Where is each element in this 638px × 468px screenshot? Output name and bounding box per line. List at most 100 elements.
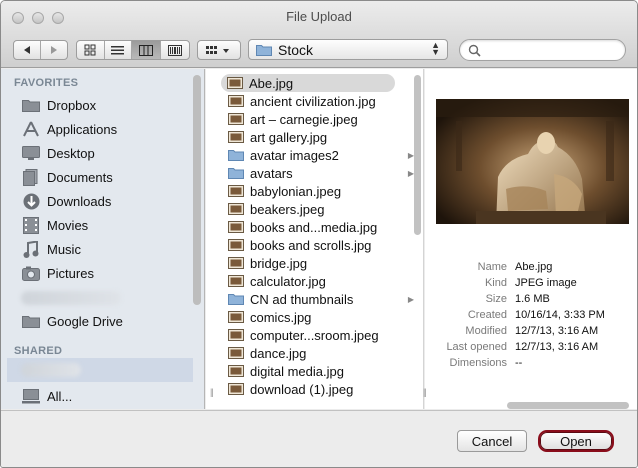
sidebar-scrollbar[interactable] <box>193 75 201 305</box>
file-list-column: || Abe.jpg ancient civilization.jpg art – … <box>206 69 424 409</box>
info-row: Created 10/16/14, 3:33 PM <box>425 307 637 323</box>
file-name: comics.jpg <box>250 309 312 325</box>
column-view-button[interactable] <box>132 41 161 59</box>
sidebar-item-movies[interactable]: Movies <box>21 214 88 236</box>
sidebar-item-music[interactable]: Music <box>21 238 81 260</box>
column-resize-handle[interactable]: || <box>210 387 214 397</box>
file-row[interactable]: art gallery.jpg <box>222 128 400 146</box>
sidebar-item-label: Pictures <box>47 265 94 281</box>
sidebar-item-applications[interactable]: Applications <box>21 118 117 140</box>
file-name: art – carnegie.jpeg <box>250 111 358 127</box>
sidebar-item-label: All... <box>47 388 73 404</box>
file-row[interactable]: calculator.jpg <box>222 272 400 290</box>
file-name: avatar images2 <box>250 147 339 163</box>
sidebar-item-all-shared[interactable]: All... <box>21 385 72 407</box>
open-button[interactable]: Open <box>538 430 614 452</box>
folder-row[interactable]: CN ad thumbnails ▶ <box>222 290 414 308</box>
sidebar-item-pictures[interactable]: Pictures <box>21 262 94 284</box>
updown-arrows-icon: ▲ ▼ <box>431 40 440 57</box>
folder-row[interactable]: avatars ▶ <box>222 164 414 182</box>
info-label: Name <box>477 261 507 273</box>
sidebar-item-label: Dropbox <box>47 97 97 113</box>
sidebar-item-label: Movies <box>47 217 89 233</box>
folder-icon <box>228 294 244 305</box>
file-name: bridge.jpg <box>250 255 308 271</box>
documents-icon <box>21 168 41 186</box>
view-mode-control <box>76 40 190 60</box>
cancel-button[interactable]: Cancel <box>457 430 527 452</box>
file-row[interactable]: dance.jpg <box>222 344 400 362</box>
file-name: CN ad thumbnails <box>250 291 354 307</box>
sidebar-item-documents[interactable]: Documents <box>21 166 113 188</box>
sidebar-selected-row[interactable] <box>7 358 193 382</box>
file-row[interactable]: books and...media.jpg <box>222 218 400 236</box>
image-file-icon <box>228 131 244 143</box>
sidebar-item-label: Downloads <box>47 193 112 209</box>
file-upload-dialog: File Upload Stock ▲ ▼ FAVORITES Dropbox … <box>0 0 638 468</box>
image-file-icon <box>228 365 244 377</box>
sidebar-item-google-drive[interactable]: Google Drive <box>21 310 123 332</box>
info-row: Kind JPEG image <box>425 275 637 291</box>
applications-icon <box>21 120 41 138</box>
info-label: Kind <box>484 277 507 289</box>
info-label: Size <box>485 293 507 305</box>
folder-icon <box>228 168 244 179</box>
movies-icon <box>21 216 41 234</box>
info-value: -- <box>515 357 523 369</box>
sidebar-item-desktop[interactable]: Desktop <box>21 142 95 164</box>
sidebar-item-label: Google Drive <box>47 313 123 329</box>
file-name: books and scrolls.jpg <box>250 237 372 253</box>
image-file-icon <box>228 203 244 215</box>
forward-button[interactable] <box>41 41 67 59</box>
file-row[interactable]: bridge.jpg <box>222 254 400 272</box>
info-label: Dimensions <box>449 357 507 369</box>
image-file-icon <box>228 311 244 323</box>
sidebar-item-dropbox[interactable]: Dropbox <box>21 94 96 116</box>
file-row[interactable]: babylonian.jpeg <box>222 182 400 200</box>
info-value: 12/7/13, 3:16 AM <box>515 341 599 353</box>
sidebar-item-downloads[interactable]: Downloads <box>21 190 111 212</box>
info-row: Modified 12/7/13, 3:16 AM <box>425 323 637 339</box>
icon-view-button[interactable] <box>77 41 105 59</box>
file-name: babylonian.jpeg <box>250 183 342 199</box>
sidebar-item-label: Applications <box>47 121 118 137</box>
chevron-right-icon <box>51 46 57 54</box>
file-row[interactable]: download (1).jpeg <box>222 380 400 398</box>
file-row[interactable]: comics.jpg <box>222 308 400 326</box>
file-list-scrollbar[interactable] <box>414 75 421 235</box>
back-button[interactable] <box>14 41 41 59</box>
info-label: Created <box>467 309 507 321</box>
image-file-icon <box>228 347 244 359</box>
image-file-icon <box>228 383 244 395</box>
list-view-button[interactable] <box>105 41 133 59</box>
image-file-icon <box>228 95 244 107</box>
folder-row[interactable]: avatar images2 ▶ <box>222 146 414 164</box>
column-resize-handle[interactable]: || <box>423 387 427 397</box>
file-row[interactable]: digital media.jpg <box>222 362 400 380</box>
icon-view-icon <box>84 44 96 56</box>
info-row: Size 1.6 MB <box>425 291 637 307</box>
file-row[interactable]: computer...sroom.jpeg <box>222 326 400 344</box>
pictures-icon <box>21 264 41 282</box>
preview-horizontal-scrollbar[interactable] <box>507 402 629 409</box>
lincoln-memorial-image <box>436 99 629 224</box>
file-row[interactable]: Abe.jpg <box>221 74 395 92</box>
image-file-icon <box>228 113 244 125</box>
sidebar: FAVORITES Dropbox Applications Desktop D… <box>1 69 205 409</box>
file-name: dance.jpg <box>250 345 307 361</box>
sidebar-item-label: Desktop <box>47 145 95 161</box>
cover-flow-icon <box>167 44 182 56</box>
cover-flow-button[interactable] <box>161 41 189 59</box>
search-input[interactable] <box>485 43 615 57</box>
file-row[interactable]: books and scrolls.jpg <box>222 236 400 254</box>
file-row[interactable]: beakers.jpeg <box>222 200 400 218</box>
file-row[interactable]: art – carnegie.jpeg <box>222 110 400 128</box>
info-row: Dimensions -- <box>425 355 637 371</box>
location-popup[interactable]: Stock ▲ ▼ <box>248 39 448 60</box>
search-field[interactable] <box>459 39 626 61</box>
image-file-icon <box>227 77 243 89</box>
file-name: computer...sroom.jpeg <box>250 327 379 343</box>
file-row[interactable]: ancient civilization.jpg <box>222 92 400 110</box>
arrange-button[interactable] <box>197 40 241 60</box>
folder-icon <box>21 96 41 114</box>
